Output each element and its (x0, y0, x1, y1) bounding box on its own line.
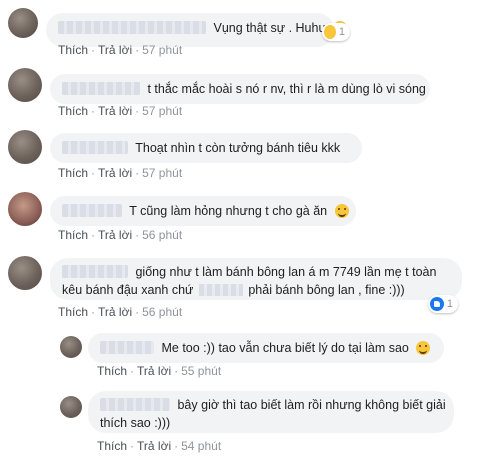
avatar[interactable] (8, 130, 42, 164)
comment-bubble: t thắc mắc hoài s nó r nv, thì r là m dù… (50, 74, 430, 104)
like-reaction-icon (430, 297, 444, 311)
comment-bubble: Vụng thật sự . Huhu (46, 13, 347, 47)
avatar[interactable] (8, 256, 42, 290)
comment-text: Vụng thật sự . Huhu (213, 21, 326, 35)
rofl-emoji (334, 204, 349, 218)
blurred-word (198, 284, 243, 296)
reply-link[interactable]: Trả lời (98, 228, 132, 242)
like-link[interactable]: Thích (58, 43, 88, 57)
avatar[interactable] (8, 192, 42, 226)
avatar[interactable] (60, 336, 82, 358)
like-link[interactable]: Thích (58, 166, 88, 180)
blurred-author-name[interactable] (100, 398, 170, 411)
reaction-count: 1 (338, 26, 345, 38)
like-link[interactable]: Thích (58, 104, 88, 118)
comment-text-line-2a: kêu bánh đậu xanh chứ (62, 283, 194, 297)
haha-reaction-icon (324, 25, 336, 39)
comment-bubble: giống như t làm bánh bông lan á m 7749 l… (50, 258, 462, 300)
like-link[interactable]: Thích (58, 228, 88, 242)
reply-actions: Thích · Trả lời · 54 phút (97, 439, 222, 453)
like-link[interactable]: Thích (58, 305, 88, 319)
comment-actions: Thích · Trả lời · 57 phút (58, 166, 183, 180)
comment-bubble: Thoạt nhìn t còn tưởng bánh tiêu kkk (50, 133, 362, 163)
timestamp[interactable]: 55 phút (181, 364, 221, 378)
reply-text: Me too :)) tao vẫn chưa biết lý do tại l… (161, 341, 409, 355)
comment-actions: Thích · Trả lời · 57 phút (58, 104, 183, 118)
reply-bubble: bây giờ thì tao biết làm rồi nhưng không… (88, 391, 454, 433)
reply-link[interactable]: Trả lời (98, 305, 132, 319)
timestamp[interactable]: 57 phút (142, 43, 182, 57)
comment-text: t thắc mắc hoài s nó r nv, thì r là m dù… (147, 82, 426, 96)
blurred-author-name[interactable] (62, 82, 140, 95)
reply-link[interactable]: Trả lời (98, 104, 132, 118)
confused-emoji (416, 341, 431, 355)
reply-link[interactable]: Trả lời (137, 439, 171, 453)
like-link[interactable]: Thích (97, 364, 127, 378)
timestamp[interactable]: 57 phút (142, 166, 182, 180)
comment-actions: Thích · Trả lời · 56 phút (58, 305, 183, 319)
reply-text-line-1: bây giờ thì tao biết làm rồi nhưng không… (177, 398, 446, 412)
timestamp[interactable]: 56 phút (142, 228, 182, 242)
blurred-author-name[interactable] (58, 21, 206, 34)
comment-text-line-1: giống như t làm bánh bông lan á m 7749 l… (135, 265, 437, 279)
reply-actions: Thích · Trả lời · 55 phút (97, 364, 222, 378)
blurred-author-name[interactable] (62, 204, 122, 217)
timestamp[interactable]: 57 phút (142, 104, 182, 118)
blurred-author-name[interactable] (62, 265, 128, 278)
comment-text-line-2b: phải bánh bông lan , fine :))) (248, 283, 405, 297)
reply-link[interactable]: Trả lời (98, 166, 132, 180)
reply-link[interactable]: Trả lời (98, 43, 132, 57)
avatar[interactable] (8, 8, 38, 38)
reaction-badge[interactable]: 1 (322, 23, 350, 41)
comment-bubble: T cũng làm hỏng nhưng t cho gà ăn (50, 196, 356, 226)
comment-actions: Thích · Trả lời · 56 phút (58, 228, 183, 242)
blurred-author-name[interactable] (100, 341, 154, 354)
avatar[interactable] (8, 68, 42, 102)
comment-text: T cũng làm hỏng nhưng t cho gà ăn (129, 204, 328, 218)
comment-text: Thoạt nhìn t còn tưởng bánh tiêu kkk (135, 141, 341, 155)
timestamp[interactable]: 54 phút (181, 439, 221, 453)
blurred-author-name[interactable] (62, 141, 128, 154)
reaction-count: 1 (446, 298, 453, 310)
reply-bubble: Me too :)) tao vẫn chưa biết lý do tại l… (88, 333, 444, 363)
timestamp[interactable]: 56 phút (142, 305, 182, 319)
avatar[interactable] (60, 396, 82, 418)
comment-actions: Thích · Trả lời · 57 phút (58, 43, 183, 57)
like-link[interactable]: Thích (97, 439, 127, 453)
reply-text-line-2: thích sao :))) (100, 416, 171, 430)
reply-link[interactable]: Trả lời (137, 364, 171, 378)
reaction-badge[interactable]: 1 (428, 295, 458, 313)
